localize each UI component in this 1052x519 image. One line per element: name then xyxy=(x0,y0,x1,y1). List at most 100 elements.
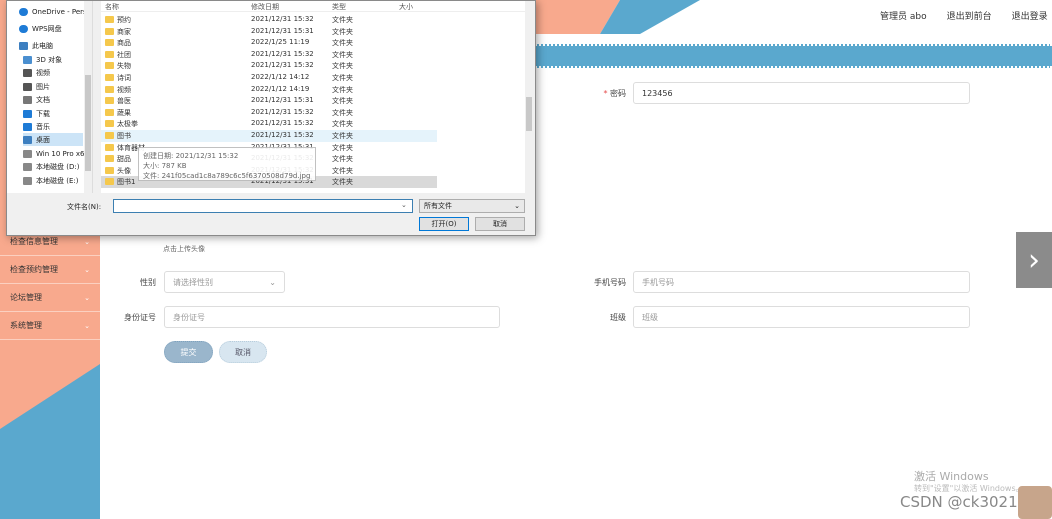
file-scrollbar-thumb[interactable] xyxy=(526,97,532,131)
file-date: 2022/1/25 11:19 xyxy=(251,38,310,47)
chevron-down-icon: ⌄ xyxy=(269,277,276,287)
file-row[interactable]: 失物 2021/12/31 15:32 文件夹 xyxy=(101,60,437,72)
file-row[interactable]: 商家 2021/12/31 15:31 文件夹 xyxy=(101,26,437,38)
file-name: 社团 xyxy=(117,50,131,59)
file-name: 商品 xyxy=(117,39,131,48)
idcard-input[interactable]: 身份证号 xyxy=(164,306,500,328)
file-name: 预约 xyxy=(117,16,131,24)
password-input[interactable]: 123456 xyxy=(633,82,970,104)
chevron-right-icon[interactable]: › xyxy=(1016,232,1052,288)
sidebar-item-forum[interactable]: 论坛管理 ⌄ xyxy=(0,284,100,312)
sidebar-item-label: 检查预约管理 xyxy=(10,265,58,274)
decor-image xyxy=(1018,486,1052,519)
folder-icon xyxy=(105,132,114,139)
file-type: 文件夹 xyxy=(332,85,353,94)
column-name[interactable]: 名称 xyxy=(105,2,119,12)
file-row[interactable]: 社团 2021/12/31 15:32 文件夹 xyxy=(101,49,437,61)
file-date: 2022/1/12 14:12 xyxy=(251,73,310,81)
file-row[interactable]: 图书 2021/12/31 15:32 文件夹 xyxy=(101,130,437,142)
video-icon xyxy=(23,68,32,77)
music-icon xyxy=(23,122,32,131)
folder-icon xyxy=(105,108,114,116)
file-list-header: 名称 修改日期 类型 大小 xyxy=(101,1,533,12)
sidebar-item-label: 系统管理 xyxy=(10,321,42,330)
folder-icon xyxy=(105,166,114,174)
folder-icon xyxy=(105,155,114,163)
file-row[interactable]: 预约 2021/12/31 15:32 文件夹 xyxy=(101,14,437,26)
open-button[interactable]: 打开(O) xyxy=(419,217,469,231)
filetype-select[interactable]: 所有文件 ⌄ xyxy=(419,199,525,213)
phone-label: 手机号码 xyxy=(594,278,626,287)
sidebar-item-label: 检查信息管理 xyxy=(10,237,58,246)
file-type: 文件夹 xyxy=(332,50,353,59)
file-row[interactable]: 商品 2022/1/25 11:19 文件夹 xyxy=(101,37,437,49)
top-nav: 管理员 abo 退出到前台 退出登录 xyxy=(880,9,1048,22)
logout-link[interactable]: 退出登录 xyxy=(1012,9,1048,22)
file-row[interactable]: 兽医 2021/12/31 15:31 文件夹 xyxy=(101,95,437,107)
chevron-down-icon: ⌄ xyxy=(84,321,90,330)
idcard-label: 身份证号 xyxy=(124,313,156,322)
file-name: 兽医 xyxy=(117,97,131,106)
back-to-front-link[interactable]: 退出到前台 xyxy=(947,9,992,22)
file-type: 文件夹 xyxy=(332,74,353,82)
drive-icon xyxy=(23,162,32,171)
avatar-upload-hint[interactable]: 点击上传头像 xyxy=(163,244,205,254)
chevron-down-icon: ⌄ xyxy=(514,202,520,210)
file-type: 文件夹 xyxy=(332,108,353,117)
folder-icon xyxy=(105,62,114,70)
file-row[interactable]: 视频 2022/1/12 14:19 文件夹 xyxy=(101,84,437,96)
file-name: 甜品 xyxy=(117,155,131,164)
file-type: 文件夹 xyxy=(332,166,353,175)
column-date[interactable]: 修改日期 xyxy=(251,2,279,12)
folder-icon xyxy=(105,50,114,58)
cube-icon xyxy=(23,55,32,64)
file-name: 诗词 xyxy=(117,74,131,82)
folder-icon xyxy=(105,27,114,35)
sidebar-item-system[interactable]: 系统管理 ⌄ xyxy=(0,312,100,340)
class-label: 班级 xyxy=(610,313,626,322)
file-name: 蔬果 xyxy=(117,108,131,117)
computer-icon xyxy=(19,41,28,50)
column-type[interactable]: 类型 xyxy=(332,2,346,12)
cancel-button[interactable]: 取消 xyxy=(219,341,267,363)
class-input[interactable]: 班级 xyxy=(633,306,970,328)
folder-icon xyxy=(105,120,114,128)
password-label: * 密码 xyxy=(603,89,626,98)
nav-scrollbar-thumb[interactable] xyxy=(85,75,91,171)
file-date: 2021/12/31 15:32 xyxy=(251,61,314,70)
navigation-pane: OneDrive - Perso WPS网盘 此电脑 3D 对象 视频 图片 文… xyxy=(7,1,93,193)
file-type: 文件夹 xyxy=(332,27,353,36)
submit-button[interactable]: 提交 xyxy=(164,341,213,363)
file-row[interactable]: 诗词 2022/1/12 14:12 文件夹 xyxy=(101,72,437,84)
chevron-down-icon[interactable]: ⌄ xyxy=(401,201,407,209)
download-icon xyxy=(23,109,32,118)
folder-icon xyxy=(105,39,114,47)
drive-icon xyxy=(23,176,32,185)
file-date: 2021/12/31 15:31 xyxy=(251,96,314,105)
file-name: 图书 xyxy=(117,132,131,140)
file-row[interactable]: 太极拳 2021/12/31 15:32 文件夹 xyxy=(101,118,437,130)
column-size[interactable]: 大小 xyxy=(399,2,413,12)
csdn-watermark: CSDN @ck3021 xyxy=(900,493,1018,511)
filename-label: 文件名(N): xyxy=(67,203,102,211)
cloud-icon xyxy=(19,7,28,16)
nav-item-desktop[interactable]: 桌面 xyxy=(23,133,83,146)
cloud-icon xyxy=(19,24,28,33)
gender-select[interactable]: 请选择性别 ⌄ xyxy=(164,271,285,293)
file-type: 文件夹 xyxy=(332,97,353,106)
file-type: 文件夹 xyxy=(332,39,353,48)
file-date: 2021/12/31 15:32 xyxy=(251,15,314,23)
file-row[interactable]: 蔬果 2021/12/31 15:32 文件夹 xyxy=(101,107,437,119)
file-open-dialog: OneDrive - Perso WPS网盘 此电脑 3D 对象 视频 图片 文… xyxy=(6,0,536,236)
dialog-cancel-button[interactable]: 取消 xyxy=(475,217,525,231)
sidebar-item-label: 论坛管理 xyxy=(10,293,42,302)
folder-icon xyxy=(105,85,114,93)
file-name: 商家 xyxy=(117,27,131,36)
file-name: 视频 xyxy=(117,85,131,94)
folder-icon xyxy=(105,143,114,151)
document-icon xyxy=(23,95,32,104)
sidebar-item-check-booking[interactable]: 检查预约管理 ⌄ xyxy=(0,256,100,284)
chevron-down-icon: ⌄ xyxy=(84,265,90,274)
phone-input[interactable]: 手机号码 xyxy=(633,271,970,293)
filename-input[interactable] xyxy=(113,199,413,213)
